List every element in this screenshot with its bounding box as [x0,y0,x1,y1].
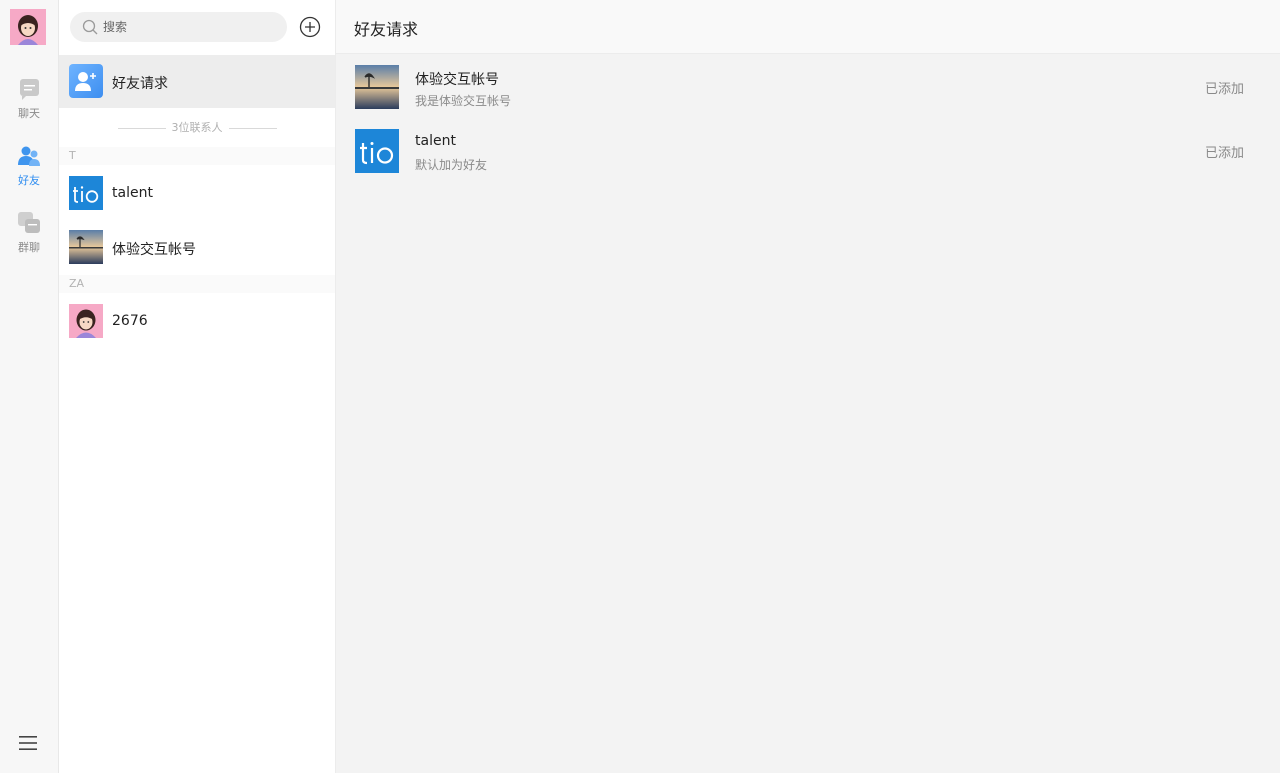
request-status: 已添加 [1204,82,1244,97]
letter-header-t: T [59,147,335,165]
chat-icon [20,79,39,100]
contact-item-2676[interactable]: 2676 [59,298,335,344]
contact-count: 3位联系人 [59,119,335,135]
nav-friends-label: 好友 [18,174,40,187]
search-input[interactable] [103,12,278,42]
nav-group-label: 群聊 [18,241,40,254]
nav-group[interactable]: 群聊 [0,211,58,255]
girl-avatar [69,304,103,338]
add-friend-icon [69,64,103,98]
landscape-avatar [69,230,103,264]
request-message: 我是体验交互帐号 [415,94,512,108]
nav-chat-label: 聊天 [18,107,40,120]
contact-name: 体验交互帐号 [112,242,196,258]
contact-item-experience-account[interactable]: 体验交互帐号 [59,224,335,270]
page-title: 好友请求 [354,20,419,39]
tio-logo-avatar [69,176,103,210]
my-avatar[interactable] [10,9,46,45]
request-name: 体验交互帐号 [415,72,499,88]
divider [117,127,166,129]
nav-chat[interactable]: 聊天 [0,77,58,121]
friend-requests-item[interactable]: 好友请求 [59,55,335,108]
contact-list-panel: 好友请求 3位联系人 T talent 体验交互帐号 ZA [59,0,336,773]
tio-logo-avatar [355,129,399,173]
divider [228,127,277,129]
friends-icon [18,146,40,166]
contact-name: 2676 [112,313,148,329]
contact-name: talent [112,185,153,201]
landscape-avatar [355,65,399,109]
add-contact-button[interactable] [299,16,321,38]
contact-count-text: 3位联系人 [171,121,223,134]
nav-rail: 聊天 好友 群聊 [0,0,59,773]
friend-requests-label: 好友请求 [112,76,168,92]
main-header: 好友请求 [336,0,1280,54]
menu-icon[interactable] [18,733,38,753]
request-status: 已添加 [1204,146,1244,161]
search-box [70,12,287,42]
group-icon [18,212,40,233]
letter-header-za: ZA [59,275,335,293]
request-message: 默认加为好友 [415,158,488,172]
request-name: talent [415,133,456,149]
contact-item-talent[interactable]: talent [59,170,335,216]
friend-request-row[interactable]: 体验交互帐号 我是体验交互帐号 已添加 [336,55,1280,119]
nav-friends[interactable]: 好友 [0,144,58,188]
friend-request-row[interactable]: talent 默认加为好友 已添加 [336,119,1280,183]
search-icon [82,19,98,35]
